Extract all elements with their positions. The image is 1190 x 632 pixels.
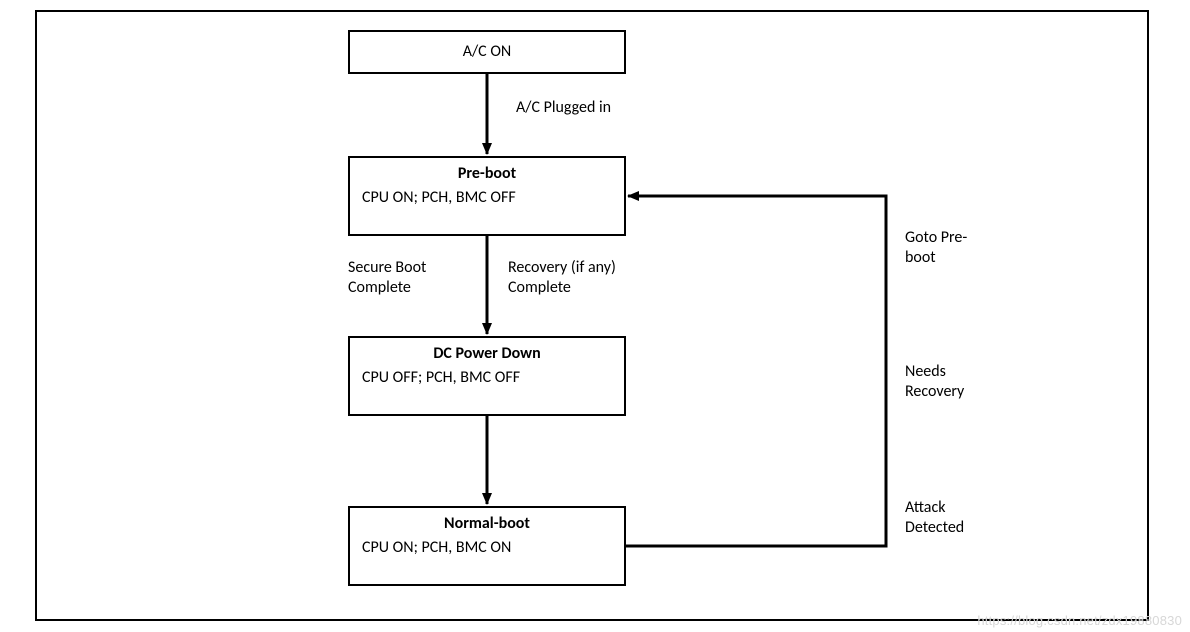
node-dc-power-down-body: CPU OFF; PCH, BMC OFF <box>350 364 624 396</box>
label-recovery-complete: Recovery (if any) Complete <box>508 258 616 298</box>
diagram-canvas: A/C ON Pre-boot CPU ON; PCH, BMC OFF DC … <box>0 0 1190 632</box>
node-dc-power-down-title: DC Power Down <box>350 338 624 364</box>
node-ac-on: A/C ON <box>348 30 626 74</box>
node-pre-boot-body: CPU ON; PCH, BMC OFF <box>350 184 624 216</box>
label-secure-boot: Secure Boot Complete <box>348 258 426 298</box>
label-needs-recovery: Needs Recovery <box>905 362 964 402</box>
node-pre-boot-title: Pre-boot <box>350 158 624 184</box>
node-ac-on-title: A/C ON <box>463 42 512 62</box>
node-pre-boot: Pre-boot CPU ON; PCH, BMC OFF <box>348 156 626 236</box>
node-normal-boot-title: Normal-boot <box>350 508 624 534</box>
watermark-text: https://blog.csdn.net/zdx19880830 <box>977 613 1182 628</box>
node-dc-power-down: DC Power Down CPU OFF; PCH, BMC OFF <box>348 336 626 416</box>
node-normal-boot-body: CPU ON; PCH, BMC ON <box>350 534 624 566</box>
label-attack-detected: Attack Detected <box>905 498 964 538</box>
label-ac-plugged-in: A/C Plugged in <box>516 98 611 118</box>
label-goto-preboot: Goto Pre- boot <box>905 228 967 268</box>
node-normal-boot: Normal-boot CPU ON; PCH, BMC ON <box>348 506 626 586</box>
